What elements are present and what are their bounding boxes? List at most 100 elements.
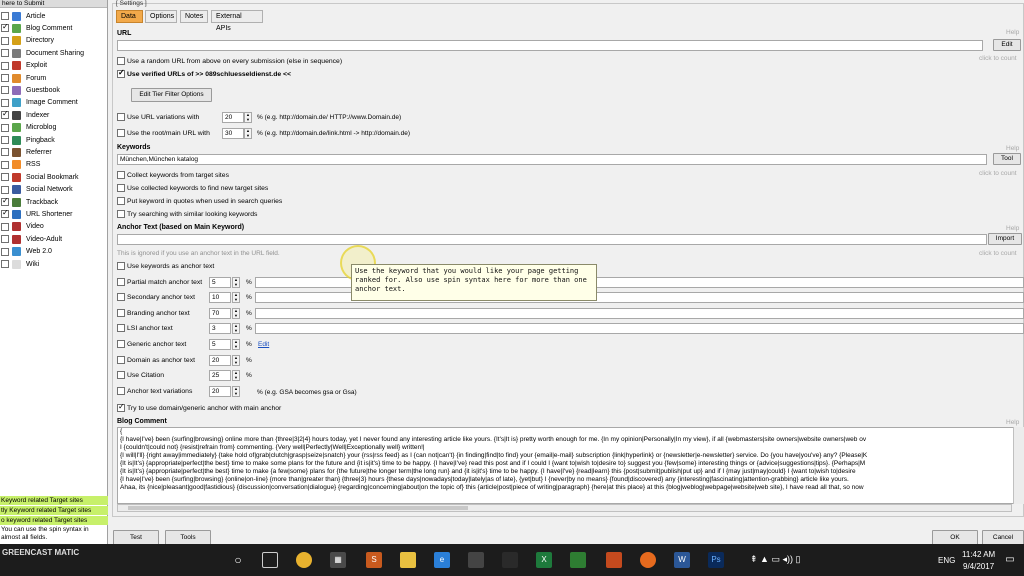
opt-url-variations[interactable]: Use URL variations with (117, 113, 199, 121)
system-tray-icons[interactable]: ⇞ ▲ ▭ ◂)) ▯ (750, 554, 800, 565)
anchor-option-row[interactable]: Branding anchor text (117, 309, 190, 317)
anchor-option-row[interactable]: Anchor text variations (117, 387, 192, 395)
keywords-input[interactable]: München,München katalog (117, 154, 987, 165)
anchor-option-row[interactable]: Domain as anchor text (117, 356, 195, 364)
anchor-percent-spinner[interactable]: ▲ ▼ (232, 277, 240, 288)
submission-type-checkbox[interactable] (1, 185, 9, 194)
submission-type-checkbox[interactable] (1, 208, 9, 219)
anchor-percent-value[interactable]: 5 (209, 277, 231, 288)
keywords-click-to-count[interactable]: click to count (979, 170, 1017, 177)
anchor-percent-spinner[interactable]: ▲ ▼ (232, 323, 240, 334)
tab-external-apis[interactable]: External APIs (211, 10, 263, 32)
app-icon-2[interactable] (468, 552, 484, 568)
submission-type-item[interactable]: Exploit (1, 60, 47, 72)
anchor-option-row[interactable]: LSI anchor text (117, 324, 173, 332)
use-collected-keywords-checkbox[interactable] (117, 184, 125, 192)
use-keywords-anchor-checkbox[interactable] (117, 262, 125, 270)
submission-type-checkbox[interactable] (1, 49, 9, 58)
root-url-value[interactable]: 30 (222, 128, 244, 139)
edge-icon[interactable]: e (434, 552, 450, 568)
opt-use-collected-keywords[interactable]: Use collected keywords to find new targe… (117, 184, 268, 192)
submission-type-checkbox[interactable] (1, 136, 9, 144)
submission-type-item[interactable]: Referrer (1, 146, 52, 158)
submission-type-checkbox[interactable] (1, 173, 9, 182)
anchor-percent-value[interactable]: 3 (209, 323, 231, 334)
target-filter-option[interactable]: Keyword related Target sites (0, 496, 108, 505)
submission-type-checkbox[interactable] (1, 109, 9, 120)
keywords-help-link[interactable]: Help (1006, 145, 1019, 152)
anchor-option-row[interactable]: Generic anchor text (117, 340, 186, 348)
comment-horizontal-scrollbar[interactable] (117, 504, 1012, 512)
store-icon[interactable]: ▦ (330, 552, 346, 568)
cancel-button[interactable]: Cancel (982, 530, 1024, 545)
submission-type-item[interactable]: Video (1, 221, 44, 233)
file-explorer-icon[interactable] (400, 552, 416, 568)
target-filter-option[interactable]: tly Keyword related Target sites (0, 506, 108, 515)
anchor-percent-spinner[interactable]: ▲ ▼ (232, 339, 240, 350)
anchor-text-field[interactable] (255, 308, 1024, 319)
collect-keywords-checkbox[interactable] (117, 171, 125, 179)
clock-date[interactable]: 9/4/2017 (963, 562, 994, 571)
anchor-option-checkbox[interactable] (117, 309, 125, 317)
chrome-icon[interactable] (296, 552, 312, 568)
submission-type-checkbox[interactable] (1, 148, 9, 157)
similar-keywords-checkbox[interactable] (117, 210, 125, 218)
submission-type-item[interactable]: URL Shortener (1, 208, 72, 220)
opt-similar-keywords[interactable]: Try searching with similar looking keywo… (117, 210, 257, 218)
submission-type-checkbox[interactable] (1, 22, 9, 33)
submission-type-item[interactable]: Guestbook (1, 84, 60, 96)
comment-vertical-scrollbar[interactable] (1013, 427, 1024, 504)
anchor-percent-value[interactable]: 25 (209, 370, 231, 381)
url-variations-spinner[interactable]: ▲ ▼ (244, 112, 252, 123)
anchor-text-input[interactable] (117, 234, 987, 245)
generic-anchor-edit-link[interactable]: Edit (258, 341, 269, 348)
opt-try-domain-anchor[interactable]: Try to use domain/generic anchor with ma… (117, 402, 281, 412)
anchor-help-link[interactable]: Help (1006, 225, 1019, 232)
test-button[interactable]: Test (113, 530, 159, 545)
url-edit-button[interactable]: Edit (993, 39, 1021, 51)
submission-type-item[interactable]: Forum (1, 72, 46, 84)
anchor-text-field[interactable] (255, 323, 1024, 334)
submission-type-checkbox[interactable] (1, 12, 9, 20)
keywords-tool-button[interactable]: Tool (993, 153, 1021, 165)
anchor-import-button[interactable]: Import (988, 233, 1022, 245)
submission-type-item[interactable]: Image Comment (1, 97, 78, 109)
submission-type-checkbox[interactable] (1, 196, 9, 206)
gsa-icon[interactable] (606, 552, 622, 568)
clock-time[interactable]: 11:42 AM (962, 550, 995, 559)
opt-collect-keywords[interactable]: Collect keywords from target sites (117, 171, 229, 179)
opt-verified-urls[interactable]: Use verified URLs of >> 089schluesseldie… (117, 68, 291, 78)
anchor-option-checkbox[interactable] (117, 278, 125, 286)
verified-urls-checkbox[interactable] (117, 68, 125, 78)
anchor-percent-spinner[interactable]: ▲ ▼ (232, 370, 240, 381)
submission-type-checkbox[interactable] (1, 74, 9, 82)
anchor-percent-value[interactable]: 70 (209, 308, 231, 319)
opt-keyword-quotes[interactable]: Put keyword in quotes when used in searc… (117, 197, 282, 205)
url-click-to-count[interactable]: click to count (979, 55, 1017, 62)
anchor-click-to-count[interactable]: click to count (979, 250, 1017, 257)
submission-type-item[interactable]: Wiki (1, 258, 39, 270)
url-variations-checkbox[interactable] (117, 113, 125, 121)
blog-comment-help-link[interactable]: Help (1006, 419, 1019, 426)
url-variations-value[interactable]: 20 (222, 112, 244, 123)
try-domain-anchor-checkbox[interactable] (117, 402, 125, 412)
submission-type-item[interactable]: Social Network (1, 184, 73, 196)
edit-tier-filter-button[interactable]: Edit Tier Filter Options (131, 88, 212, 102)
root-url-checkbox[interactable] (117, 129, 125, 137)
anchor-option-row[interactable]: Use Citation (117, 371, 164, 379)
anchor-option-checkbox[interactable] (117, 356, 125, 364)
notification-icon[interactable]: ▭ (1002, 552, 1018, 568)
submission-type-checkbox[interactable] (1, 36, 9, 45)
task-view-icon[interactable] (262, 552, 278, 568)
submission-type-item[interactable]: Blog Comment (1, 22, 72, 34)
tab-data[interactable]: Data (116, 10, 143, 23)
anchor-option-checkbox[interactable] (117, 340, 125, 348)
anchor-option-row[interactable]: Secondary anchor text (117, 293, 195, 301)
app-icon-4[interactable] (570, 552, 586, 568)
anchor-percent-value[interactable]: 5 (209, 339, 231, 350)
url-help-link[interactable]: Help (1006, 29, 1019, 36)
tab-notes[interactable]: Notes (180, 10, 208, 23)
submission-type-item[interactable]: Web 2.0 (1, 246, 52, 258)
submission-type-item[interactable]: Video-Adult (1, 233, 62, 245)
ok-button[interactable]: OK (932, 530, 978, 545)
